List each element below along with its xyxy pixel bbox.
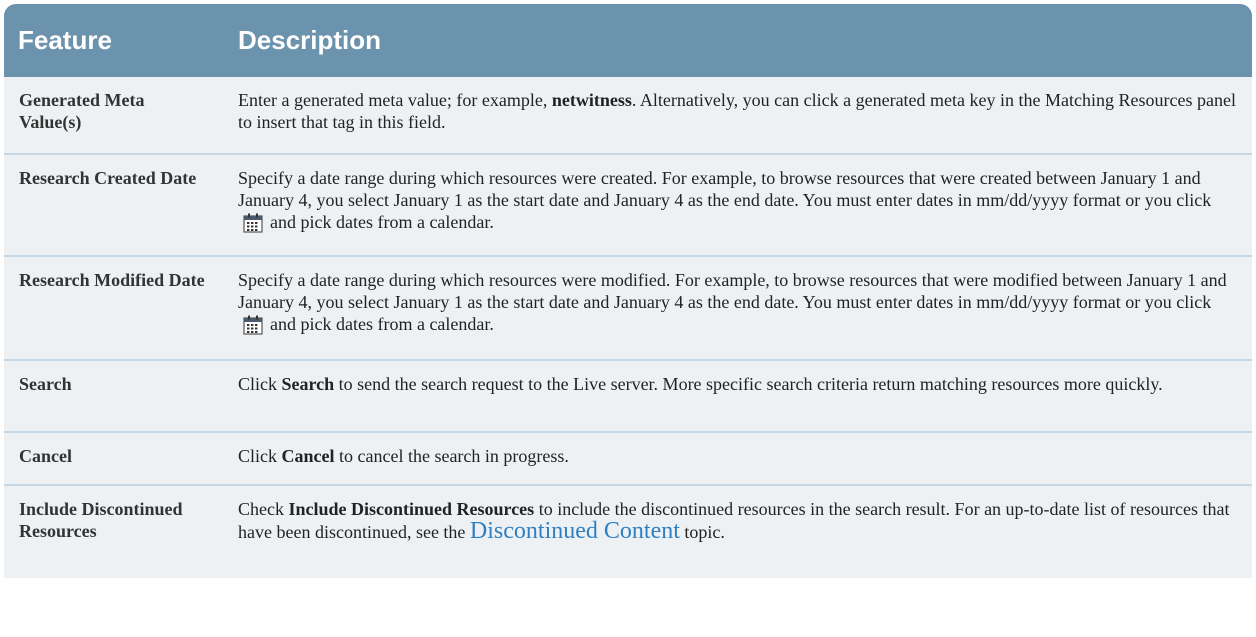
feature-description: Check Include Discontinued Resources to …: [224, 485, 1252, 578]
feature-description: Specify a date range during which resour…: [224, 256, 1252, 361]
table-row: Include Discontinued Resources Check Inc…: [4, 485, 1252, 578]
calendar-icon[interactable]: [242, 212, 264, 234]
feature-description: Click Search to send the search request …: [224, 360, 1252, 433]
feature-description: Enter a generated meta value; for exampl…: [224, 77, 1252, 155]
table-row: Research Created Date Specify a date ran…: [4, 154, 1252, 257]
feature-name: Research Modified Date: [4, 256, 224, 361]
keyword: Search: [281, 374, 335, 394]
calendar-icon[interactable]: [242, 314, 264, 336]
feature-name: Generated Meta Value(s): [4, 77, 224, 155]
column-header-description: Description: [224, 4, 1252, 77]
column-header-feature: Feature: [4, 4, 224, 77]
table-header-row: Feature Description: [4, 4, 1252, 77]
feature-name: Cancel: [4, 432, 224, 486]
table-row: Research Modified Date Specify a date ra…: [4, 256, 1252, 361]
feature-table: Feature Description Generated Meta Value…: [4, 4, 1252, 578]
feature-description: Click Cancel to cancel the search in pro…: [224, 432, 1252, 486]
discontinued-content-link[interactable]: Discontinued Content: [470, 518, 680, 544]
table-row: Cancel Click Cancel to cancel the search…: [4, 432, 1252, 486]
feature-name: Include Discontinued Resources: [4, 485, 224, 578]
keyword: Cancel: [281, 446, 335, 466]
table-row: Search Click Search to send the search r…: [4, 360, 1252, 433]
table-row: Generated Meta Value(s) Enter a generate…: [4, 77, 1252, 155]
keyword: netwitness: [551, 90, 632, 110]
feature-name: Search: [4, 360, 224, 433]
feature-description: Specify a date range during which resour…: [224, 154, 1252, 257]
keyword: Include Discontinued Resources: [288, 499, 535, 519]
feature-name: Research Created Date: [4, 154, 224, 257]
